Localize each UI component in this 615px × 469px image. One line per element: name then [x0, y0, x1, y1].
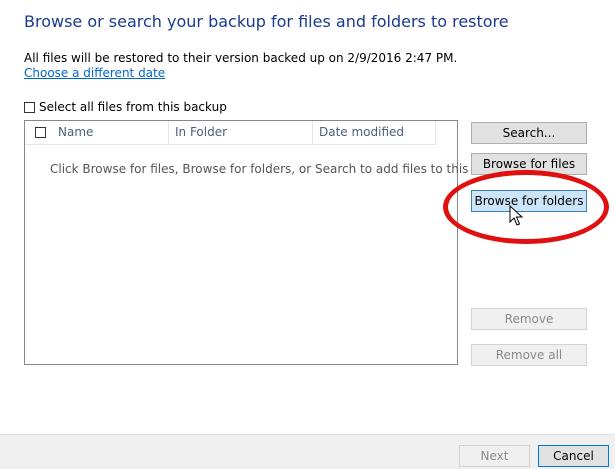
column-header-date-modified[interactable]: Date modified	[313, 121, 436, 144]
file-list[interactable]: Name In Folder Date modified Click Brows…	[24, 120, 494, 365]
empty-list-message: Click Browse for files, Browse for folde…	[50, 162, 494, 176]
select-all-label: Select all files from this backup	[39, 100, 227, 114]
list-header: Name In Folder Date modified	[25, 121, 436, 145]
checkbox-icon[interactable]	[24, 101, 35, 113]
choose-different-date-link[interactable]: Choose a different date	[24, 66, 165, 80]
search-button[interactable]: Search...	[471, 122, 587, 144]
page-title: Browse or search your backup for files a…	[24, 12, 509, 31]
remove-button[interactable]: Remove	[471, 308, 587, 330]
column-header-in-folder[interactable]: In Folder	[169, 121, 313, 144]
select-all-checkbox[interactable]: Select all files from this backup	[24, 100, 227, 114]
next-button[interactable]: Next	[459, 445, 530, 467]
restore-info-text: All files will be restored to their vers…	[24, 51, 458, 65]
header-checkbox-icon[interactable]	[35, 127, 46, 138]
cancel-button[interactable]: Cancel	[538, 445, 609, 467]
footer-bar: Next Cancel	[0, 434, 615, 469]
column-name-label: Name	[58, 125, 94, 139]
mouse-pointer-icon	[509, 205, 523, 226]
remove-all-button[interactable]: Remove all	[471, 344, 587, 366]
highlight-circle	[443, 170, 609, 244]
column-header-name[interactable]: Name	[25, 121, 169, 144]
